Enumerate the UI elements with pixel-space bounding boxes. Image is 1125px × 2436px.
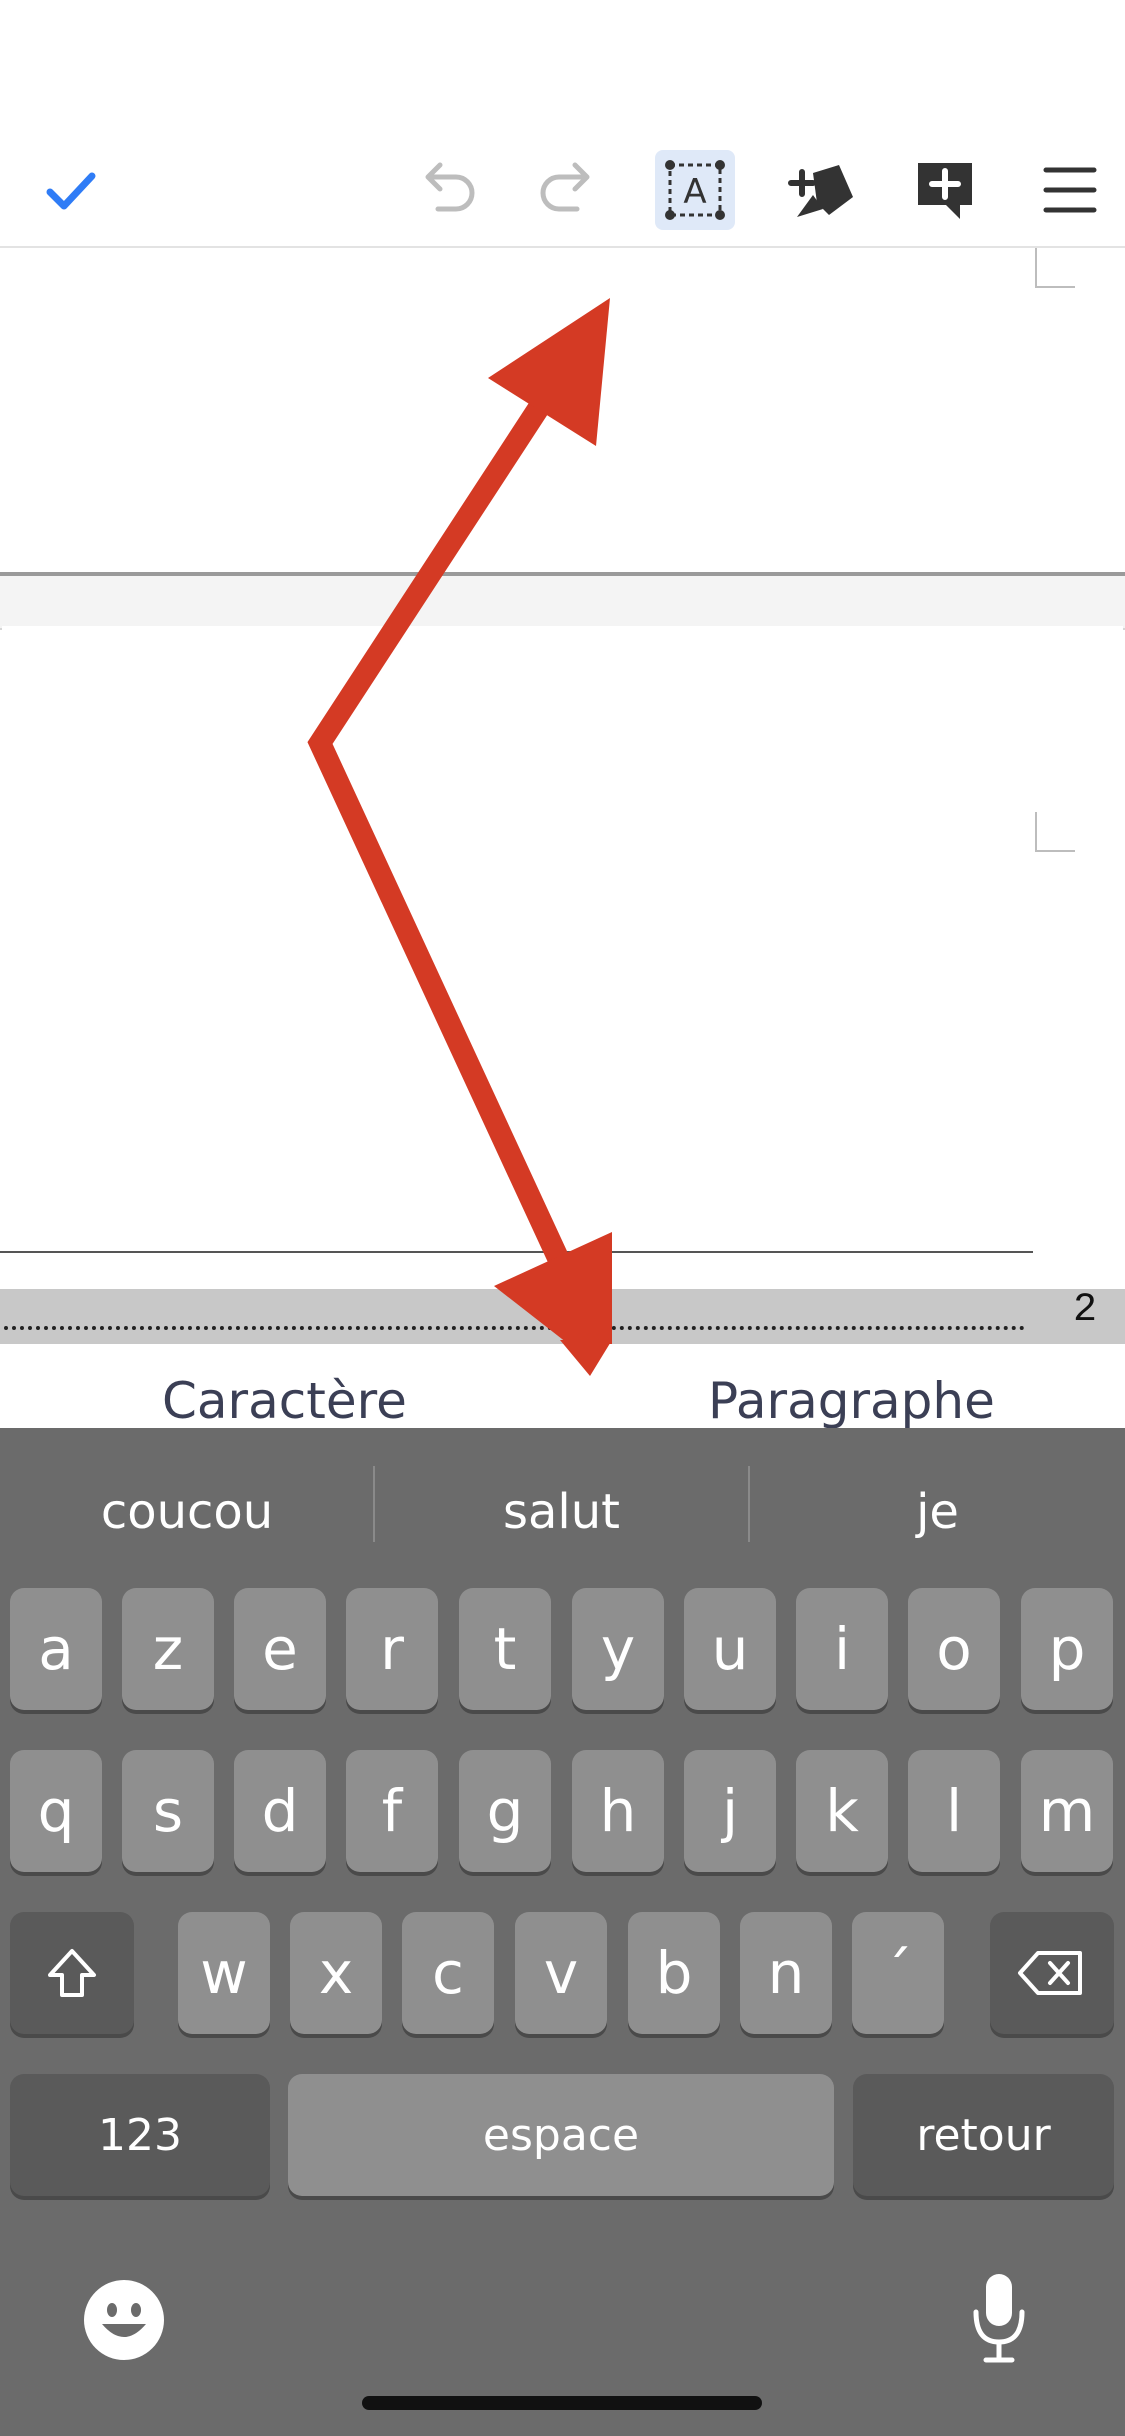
emoji-icon — [84, 2280, 164, 2360]
key-d[interactable]: d — [234, 1750, 326, 1872]
key-l[interactable]: l — [908, 1750, 1000, 1872]
numbers-key[interactable]: 123 — [10, 2074, 270, 2196]
suggestion-2[interactable]: salut — [375, 1484, 748, 1540]
add-comment-button[interactable] — [905, 150, 985, 230]
svg-text:A: A — [683, 172, 706, 212]
suggestion-1[interactable]: coucou — [0, 1484, 374, 1540]
backspace-icon — [1018, 1951, 1082, 1995]
key-t[interactable]: t — [459, 1588, 551, 1710]
arrow-head-up — [488, 298, 610, 446]
key-o[interactable]: o — [908, 1588, 1000, 1710]
emoji-button[interactable] — [82, 2278, 166, 2362]
insert-shape-button[interactable] — [780, 150, 860, 230]
shift-icon — [48, 1949, 96, 1997]
key-j[interactable]: j — [684, 1750, 776, 1872]
key-w[interactable]: w — [178, 1912, 270, 2034]
shift-key[interactable] — [10, 1912, 134, 2034]
key-n[interactable]: n — [740, 1912, 832, 2034]
key-u[interactable]: u — [684, 1588, 776, 1710]
document-canvas[interactable]: 2 — [0, 246, 1125, 1346]
insert-shape-icon — [787, 164, 853, 217]
key-h[interactable]: h — [572, 1750, 664, 1872]
text-frame-icon: A — [665, 160, 725, 220]
key-m[interactable]: m — [1021, 1750, 1113, 1872]
key-r[interactable]: r — [346, 1588, 438, 1710]
key-x[interactable]: x — [290, 1912, 382, 2034]
key-k[interactable]: k — [796, 1750, 888, 1872]
backspace-key[interactable] — [990, 1912, 1114, 2034]
key-p[interactable]: p — [1021, 1588, 1113, 1710]
key-z[interactable]: z — [122, 1588, 214, 1710]
key-g[interactable]: g — [459, 1750, 551, 1872]
home-indicator[interactable] — [362, 2396, 762, 2410]
key-f[interactable]: f — [346, 1750, 438, 1872]
key-b[interactable]: b — [628, 1912, 720, 2034]
key-acute-accent[interactable]: ´ — [852, 1912, 944, 2034]
undo-icon — [425, 162, 475, 212]
undo-button[interactable] — [405, 150, 485, 230]
text-frame-button[interactable]: A — [655, 150, 735, 230]
redo-button[interactable] — [530, 150, 610, 230]
annotation-arrows — [307, 298, 612, 1346]
suggestion-3[interactable]: je — [750, 1484, 1125, 1540]
menu-button[interactable] — [1030, 150, 1110, 230]
tab-character[interactable]: Caractère — [162, 1372, 407, 1430]
return-key[interactable]: retour — [853, 2074, 1114, 2196]
redo-icon — [540, 162, 590, 212]
arrow-tip — [560, 1340, 612, 1376]
menu-icon — [1043, 167, 1097, 213]
key-s[interactable]: s — [122, 1750, 214, 1872]
done-button[interactable] — [30, 150, 110, 230]
on-screen-keyboard: coucou salut je a z e r t y u i o p q s … — [0, 1428, 1125, 2436]
key-i[interactable]: i — [796, 1588, 888, 1710]
tab-paragraph[interactable]: Paragraphe — [708, 1372, 995, 1430]
check-icon — [46, 172, 96, 210]
key-y[interactable]: y — [572, 1588, 664, 1710]
dictation-button[interactable] — [964, 2268, 1034, 2368]
key-a[interactable]: a — [10, 1588, 102, 1710]
key-c[interactable]: c — [402, 1912, 494, 2034]
editor-toolbar: A — [0, 0, 1125, 246]
key-v[interactable]: v — [515, 1912, 607, 2034]
microphone-icon — [973, 2274, 1025, 2363]
add-comment-icon — [918, 163, 972, 219]
space-key[interactable]: espace — [288, 2074, 834, 2196]
key-q[interactable]: q — [10, 1750, 102, 1872]
key-e[interactable]: e — [234, 1588, 326, 1710]
